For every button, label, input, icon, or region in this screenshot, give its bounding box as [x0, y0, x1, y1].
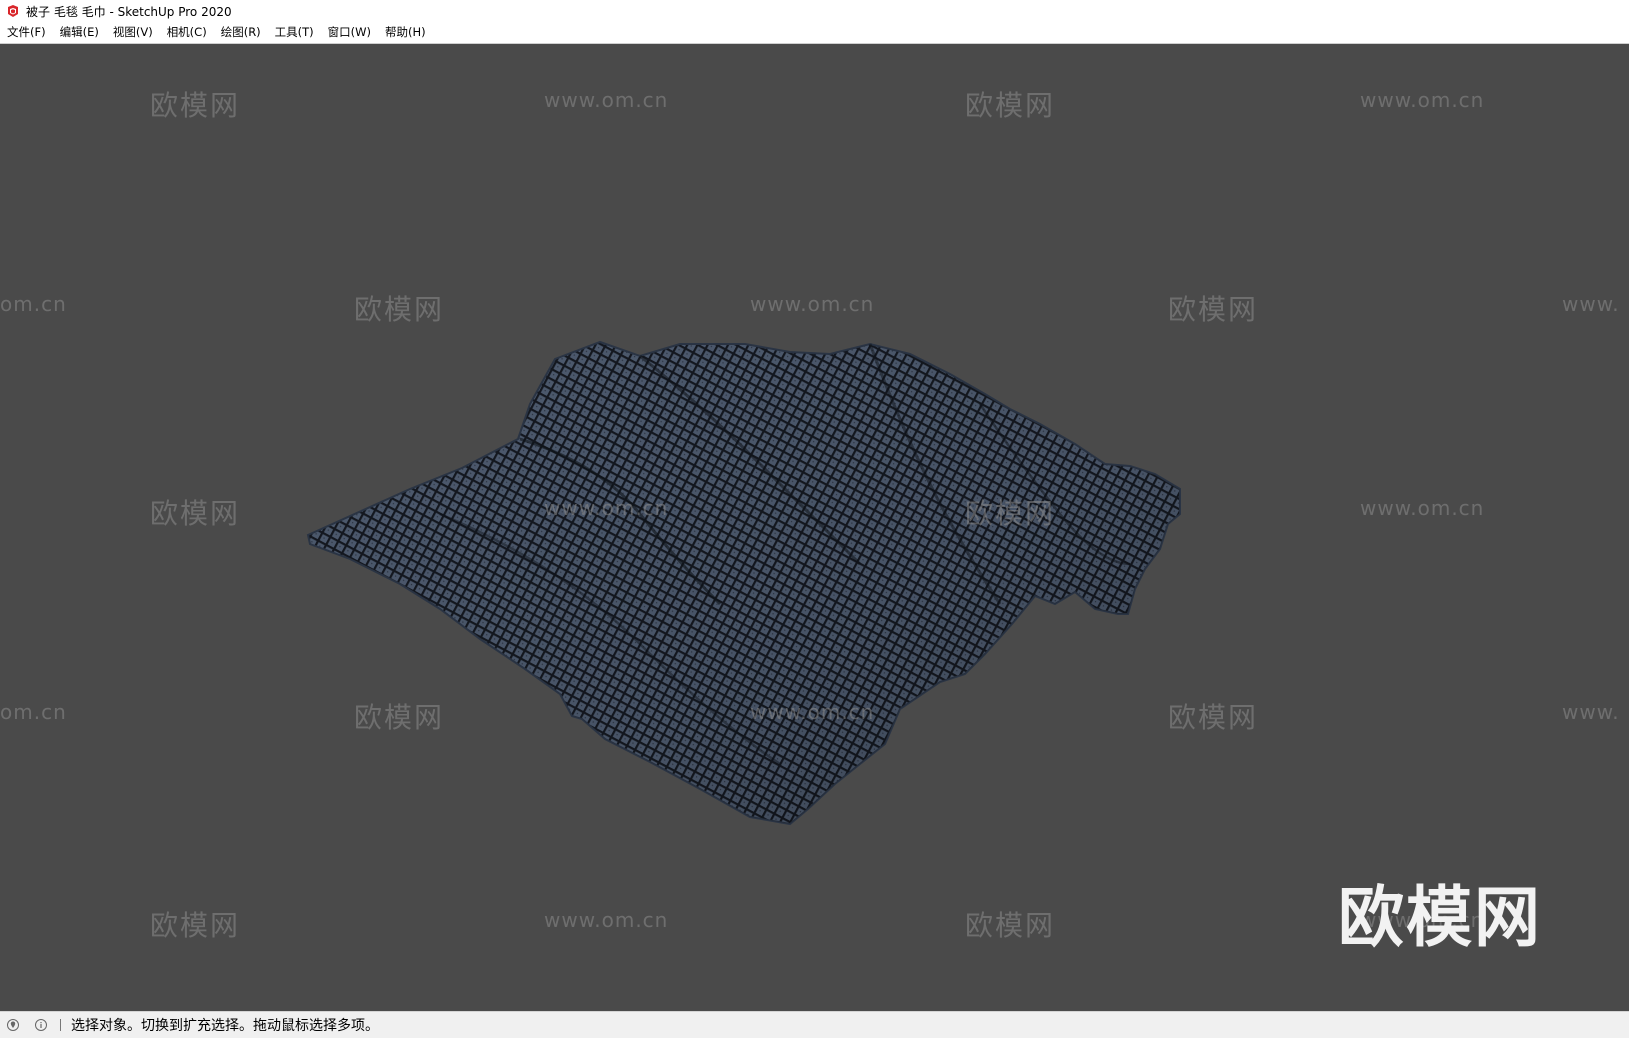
watermark-cn: 欧模网 — [150, 89, 241, 122]
model-viewport[interactable]: 欧模网 www.om.cn 欧模网 www.om.cn om.cn 欧模网 ww… — [0, 44, 1629, 1011]
watermark-cn: 欧模网 — [965, 497, 1056, 530]
window-title: 被子 毛毯 毛巾 - SketchUp Pro 2020 — [26, 4, 232, 19]
watermark-url: www.om.cn — [544, 496, 669, 520]
watermark-url: www.om.cn — [1360, 496, 1485, 520]
watermark-cn: 欧模网 — [965, 909, 1056, 942]
watermark-url: www.om.cn — [1360, 88, 1485, 112]
watermark-url: www.om.cn — [750, 292, 875, 316]
geo-location-icon[interactable] — [6, 1018, 20, 1032]
menu-camera[interactable]: 相机(C) — [160, 22, 214, 43]
menu-bar: 文件(F) 编辑(E) 视图(V) 相机(C) 绘图(R) 工具(T) 窗口(W… — [0, 22, 1629, 44]
watermark-cn: 欧模网 — [1168, 701, 1259, 734]
watermark-url-partial: www. — [1562, 292, 1620, 316]
watermark-url-partial: om.cn — [0, 700, 67, 724]
watermark-url-partial: om.cn — [0, 292, 67, 316]
watermark-url: www.om.cn — [750, 700, 875, 724]
status-text: 选择对象。切换到扩充选择。拖动鼠标选择多项。 — [71, 1018, 379, 1034]
menu-edit[interactable]: 编辑(E) — [53, 22, 106, 43]
watermark-cn: 欧模网 — [965, 89, 1056, 122]
watermark-logo: 欧模网 — [1338, 879, 1542, 956]
watermark-cn: 欧模网 — [150, 909, 241, 942]
menu-tools[interactable]: 工具(T) — [268, 22, 321, 43]
watermark-cn: 欧模网 — [354, 293, 445, 326]
menu-view[interactable]: 视图(V) — [106, 22, 160, 43]
menu-draw[interactable]: 绘图(R) — [214, 22, 268, 43]
watermark-cn: 欧模网 — [354, 701, 445, 734]
watermark-url-partial: www. — [1562, 700, 1620, 724]
watermark-url: www.om.cn — [544, 908, 669, 932]
sketchup-logo-icon — [8, 5, 18, 17]
menu-window[interactable]: 窗口(W) — [321, 22, 378, 43]
watermark-cn: 欧模网 — [150, 497, 241, 530]
status-bar: 选择对象。切换到扩充选择。拖动鼠标选择多项。 — [0, 1011, 1629, 1038]
window-titlebar: 被子 毛毯 毛巾 - SketchUp Pro 2020 — [0, 0, 1629, 22]
watermark-cn: 欧模网 — [1168, 293, 1259, 326]
status-separator — [60, 1019, 61, 1031]
menu-help[interactable]: 帮助(H) — [378, 22, 433, 43]
watermark-url: www.om.cn — [544, 88, 669, 112]
menu-file[interactable]: 文件(F) — [0, 22, 53, 43]
info-icon[interactable] — [34, 1018, 48, 1032]
